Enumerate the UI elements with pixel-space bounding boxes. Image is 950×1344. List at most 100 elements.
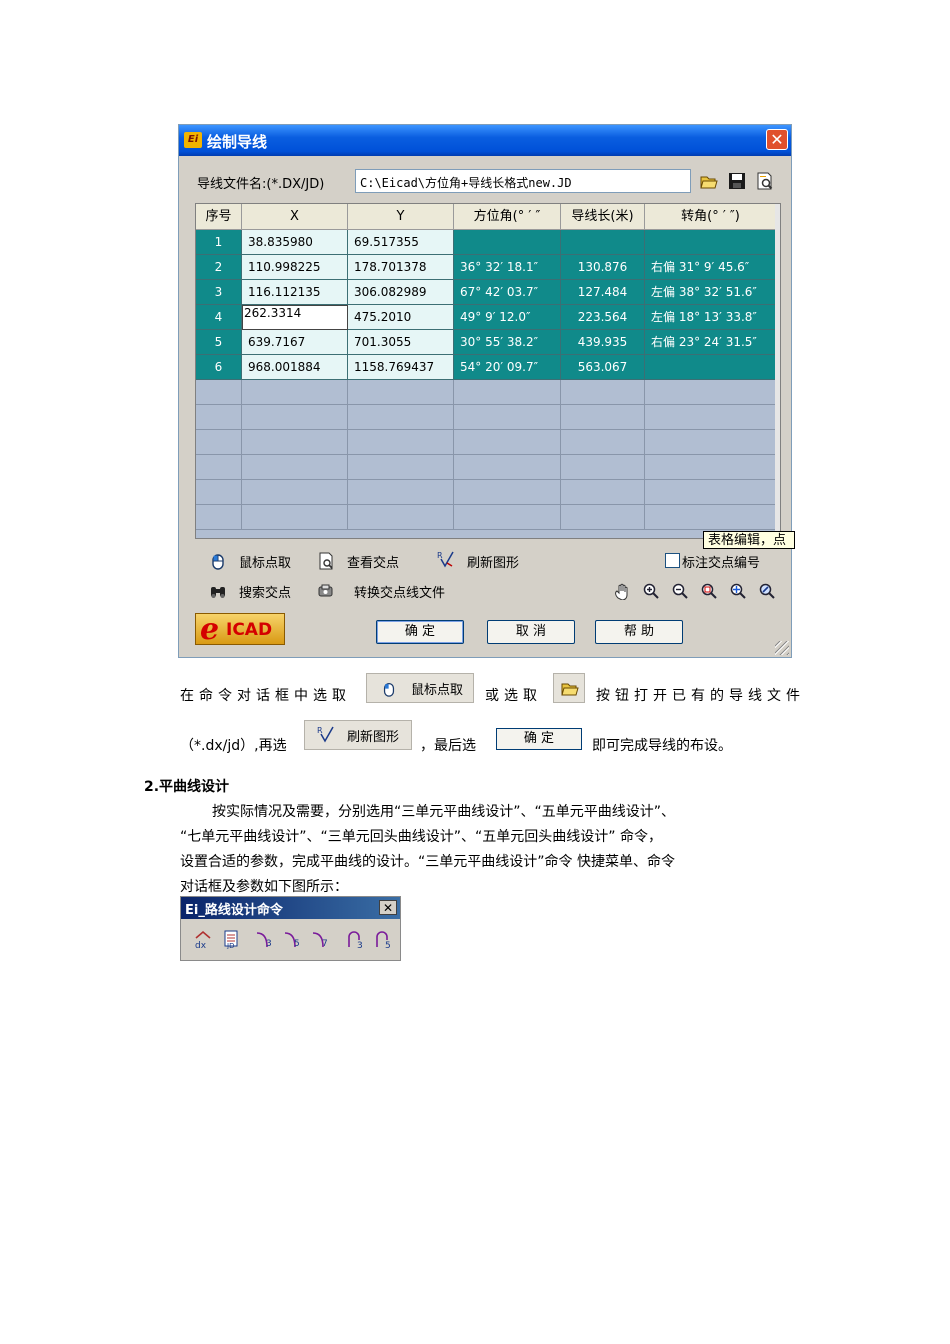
table-empty-cell[interactable] [454,405,561,430]
curve-3-icon[interactable]: 3 [255,929,275,949]
col-header-azimuth[interactable]: 方位角(° ′ ″ [454,204,561,230]
refresh-graphics-icon[interactable]: R [437,550,455,568]
table-cell[interactable] [645,355,777,380]
table-empty-cell[interactable] [242,480,348,505]
file-path-input[interactable]: C:\Eicad\方位角+导线长格式new.JD [355,169,691,193]
table-cell[interactable]: 5 [196,330,242,355]
table-cell[interactable]: 127.484 [561,280,645,305]
traverse-table[interactable]: 序号 X Y 方位角(° ′ ″ 导线长(米) 转角(° ′ ″) 1 38.8… [195,203,781,539]
open-folder-icon[interactable] [699,171,719,191]
jd-icon[interactable]: JD [221,929,241,949]
toolbar-titlebar[interactable]: Ei_路线设计命令 ✕ [181,897,400,919]
table-empty-cell[interactable] [561,430,645,455]
table-empty-cell[interactable] [454,480,561,505]
table-empty-cell[interactable] [348,380,454,405]
table-cell[interactable]: 30° 55′ 38.2″ [454,330,561,355]
table-empty-cell[interactable] [454,430,561,455]
mark-intersection-checkbox[interactable] [665,553,680,568]
hairpin-3-icon[interactable]: 3 [345,929,365,949]
help-button[interactable]: 帮 助 [595,620,683,644]
hairpin-5-icon[interactable]: 5 [373,929,393,949]
table-empty-cell[interactable] [561,380,645,405]
table-empty-cell[interactable] [561,505,645,530]
table-cell[interactable]: 130.876 [561,255,645,280]
table-cell[interactable]: 1 [196,230,242,255]
convert-file-button[interactable]: 转换交点线文件 [354,582,445,601]
table-cell[interactable]: 178.701378 [348,255,454,280]
col-header-x[interactable]: X [242,204,348,230]
table-empty-cell[interactable] [196,505,242,530]
table-cell[interactable]: 2 [196,255,242,280]
zoom-window-icon[interactable] [700,582,718,600]
table-empty-cell[interactable] [196,430,242,455]
table-cell[interactable] [454,230,561,255]
table-cell[interactable]: 701.3055 [348,330,454,355]
table-empty-cell[interactable] [242,430,348,455]
table-empty-cell[interactable] [242,380,348,405]
table-cell[interactable]: 639.7167 [242,330,348,355]
resize-grip-icon[interactable] [775,641,789,655]
curve-7-icon[interactable]: 7 [311,929,331,949]
table-empty-cell[interactable] [242,505,348,530]
toolbar-close-icon[interactable]: ✕ [379,900,397,915]
table-cell[interactable]: 968.001884 [242,355,348,380]
table-empty-cell[interactable] [561,405,645,430]
col-header-y[interactable]: Y [348,204,454,230]
col-header-index[interactable]: 序号 [196,204,242,230]
table-cell[interactable]: 右偏 31° 9′ 45.6″ [645,255,777,280]
col-header-length[interactable]: 导线长(米) [561,204,645,230]
table-empty-cell[interactable] [645,380,777,405]
table-cell[interactable]: 6 [196,355,242,380]
mark-intersection-label[interactable]: 标注交点编号 [682,552,760,571]
table-empty-cell[interactable] [242,455,348,480]
table-cell-editing[interactable]: 262.3314 [242,305,348,330]
ok-button[interactable]: 确 定 [376,620,464,644]
convert-file-icon[interactable] [317,582,335,600]
table-cell[interactable]: 38.835980 [242,230,348,255]
table-empty-cell[interactable] [196,455,242,480]
table-cell[interactable]: 54° 20′ 09.7″ [454,355,561,380]
search-intersection-button[interactable]: 搜索交点 [239,582,291,601]
pan-hand-icon[interactable] [613,582,631,600]
table-cell[interactable]: 36° 32′ 18.1″ [454,255,561,280]
refresh-graphics-button[interactable]: 刷新图形 [467,552,519,571]
table-cell[interactable]: 右偏 23° 24′ 31.5″ [645,330,777,355]
table-cell[interactable]: 110.998225 [242,255,348,280]
table-cell[interactable] [561,230,645,255]
table-empty-cell[interactable] [196,405,242,430]
table-cell[interactable]: 1158.769437 [348,355,454,380]
table-cell[interactable]: 475.2010 [348,305,454,330]
table-empty-cell[interactable] [242,405,348,430]
table-empty-cell[interactable] [348,480,454,505]
view-intersection-button[interactable]: 查看交点 [347,552,399,571]
table-cell[interactable]: 563.067 [561,355,645,380]
table-empty-cell[interactable] [454,380,561,405]
dialog-titlebar[interactable]: Ei 绘制导线 ✕ [179,125,791,156]
table-empty-cell[interactable] [348,405,454,430]
table-empty-cell[interactable] [645,505,777,530]
save-icon[interactable] [727,171,747,191]
table-empty-cell[interactable] [348,455,454,480]
table-cell[interactable]: 3 [196,280,242,305]
table-cell[interactable]: 69.517355 [348,230,454,255]
table-cell[interactable]: 116.112135 [242,280,348,305]
table-empty-cell[interactable] [561,455,645,480]
view-intersection-icon[interactable] [317,552,335,570]
table-cell[interactable]: 439.935 [561,330,645,355]
table-cell[interactable]: 67° 42′ 03.7″ [454,280,561,305]
table-empty-cell[interactable] [645,455,777,480]
preview-file-icon[interactable] [755,171,775,191]
close-button[interactable]: ✕ [766,129,788,150]
zoom-in-icon[interactable] [642,582,660,600]
vertical-scrollbar[interactable] [775,204,780,538]
mouse-icon[interactable] [209,552,227,570]
col-header-turn-angle[interactable]: 转角(° ′ ″) [645,204,777,230]
pick-point-button[interactable]: 鼠标点取 [239,552,291,571]
table-empty-cell[interactable] [454,505,561,530]
table-cell[interactable] [645,230,777,255]
cancel-button[interactable]: 取 消 [487,620,575,644]
table-empty-cell[interactable] [645,480,777,505]
table-empty-cell[interactable] [196,480,242,505]
table-cell[interactable]: 4 [196,305,242,330]
table-empty-cell[interactable] [348,430,454,455]
